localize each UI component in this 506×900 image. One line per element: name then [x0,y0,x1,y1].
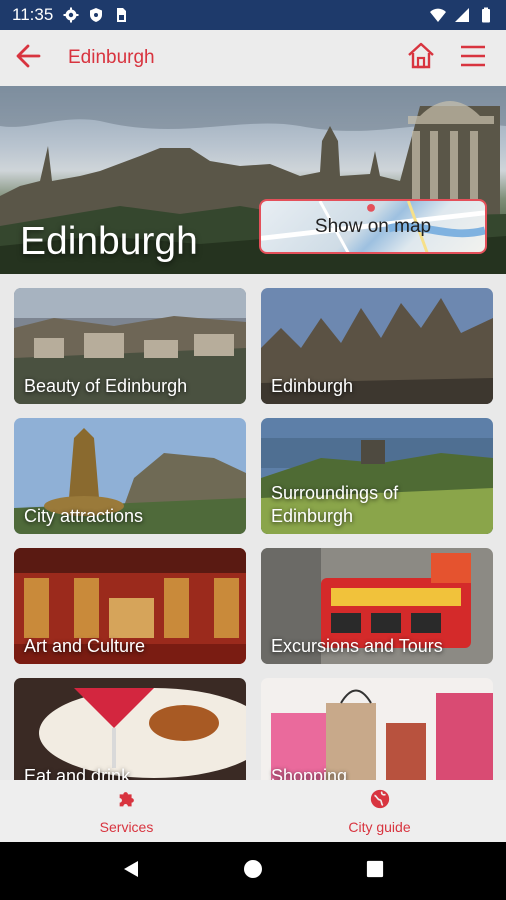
hero-title: Edinburgh [20,220,198,263]
back-button[interactable] [0,30,56,86]
battery-icon [478,7,494,23]
tile-beauty-of-edinburgh[interactable]: Beauty of Edinburgh [14,288,246,404]
app-bar: Edinburgh [0,30,506,86]
home-circle-icon [243,859,263,884]
gear-icon [63,7,79,23]
category-grid: Beauty of Edinburgh Edinburgh City attra… [14,288,493,780]
system-nav-bar [0,842,506,900]
menu-button[interactable] [454,39,492,77]
shield-icon [88,7,104,23]
show-on-map-button[interactable]: Show on map [259,199,487,254]
tile-label: Edinburgh [271,376,354,396]
system-recents-button[interactable] [355,851,395,891]
nav-label: Services [99,818,154,835]
tile-city-attractions[interactable]: City attractions [14,418,246,534]
tile-eat-and-drink[interactable]: Eat and drink [14,678,246,780]
back-triangle-icon [121,859,141,884]
arrow-left-icon [14,42,42,75]
wifi-icon [430,7,446,23]
tile-label: Eat and drink [24,766,131,780]
nav-item-city-guide[interactable]: City guide [253,780,506,842]
tile-excursions-and-tours[interactable]: Excursions and Tours [261,548,493,664]
system-back-button[interactable] [111,851,151,891]
tile-label: Art and Culture [24,636,146,656]
app-bar-actions [402,39,506,77]
system-home-button[interactable] [233,851,273,891]
signal-icon [454,7,470,23]
status-bar: 11:35 [0,0,506,30]
tile-label: Surroundings of Edinburgh [271,483,399,526]
puzzle-icon [116,788,138,815]
bottom-nav: Services City guide [0,780,506,842]
nav-item-services[interactable]: Services [0,780,253,842]
sim-card-icon [113,7,129,23]
menu-icon [458,41,488,76]
show-on-map-label: Show on map [314,215,432,237]
home-icon [406,41,436,76]
page-title: Edinburgh [68,47,155,68]
tile-label: Excursions and Tours [271,636,443,656]
tile-art-and-culture[interactable]: Art and Culture [14,548,246,664]
home-button[interactable] [402,39,440,77]
globe-icon [369,788,391,815]
nav-label: City guide [348,818,411,835]
tile-edinburgh[interactable]: Edinburgh [261,288,493,404]
status-right-icons [430,7,494,23]
status-left-icons [63,7,129,23]
tile-shopping[interactable]: Shopping [261,678,493,780]
tile-label: Shopping [271,766,348,780]
tile-surroundings-of-edinburgh[interactable]: Surroundings of Edinburgh [261,418,493,534]
recents-square-icon [366,860,384,883]
status-time: 11:35 [12,5,54,24]
tile-label: Beauty of Edinburgh [24,376,188,396]
tile-label: City attractions [24,506,144,526]
